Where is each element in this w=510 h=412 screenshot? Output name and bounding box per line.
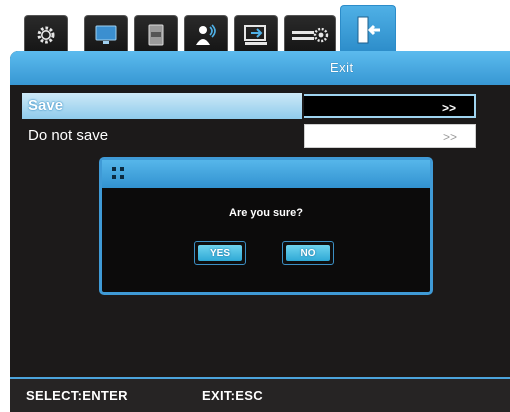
no-button-label: NO bbox=[286, 245, 330, 261]
menu-item-do-not-save[interactable]: Do not save >> bbox=[22, 123, 478, 149]
tab-network[interactable] bbox=[184, 15, 228, 53]
tab-display[interactable] bbox=[84, 15, 128, 53]
dialog-message: Are you sure? bbox=[229, 207, 303, 219]
tab-setup[interactable] bbox=[24, 15, 68, 53]
menu-item-arrow[interactable]: >> bbox=[304, 124, 476, 148]
tab-advanced[interactable] bbox=[284, 15, 336, 53]
dialog-title-bar bbox=[102, 160, 430, 188]
exit-door-icon bbox=[357, 16, 380, 43]
menu-item-save[interactable]: Save >> bbox=[22, 93, 478, 119]
hdd-icon bbox=[148, 24, 164, 45]
tab-hdd[interactable] bbox=[134, 15, 178, 53]
select-hint: SELECT:ENTER bbox=[26, 388, 128, 403]
gear-icon bbox=[37, 26, 55, 43]
yes-button[interactable]: YES bbox=[194, 241, 246, 265]
menu-item-arrow[interactable]: >> bbox=[304, 94, 476, 118]
dialog-grip-icon bbox=[112, 167, 126, 181]
system-icon bbox=[244, 24, 267, 45]
exit-hint: EXIT:ESC bbox=[202, 388, 263, 403]
confirm-dialog: Are you sure? YES NO bbox=[99, 157, 433, 295]
network-user-icon bbox=[196, 23, 216, 45]
exit-menu-panel: Exit Save >> Do not save >> Are you sure… bbox=[10, 51, 510, 412]
menu-tab-strip bbox=[14, 5, 414, 53]
title-bar: Exit bbox=[10, 51, 510, 85]
slider-settings-icon bbox=[292, 27, 329, 42]
yes-button-label: YES bbox=[198, 245, 242, 261]
hint-bar: SELECT:ENTER EXIT:ESC bbox=[10, 377, 510, 412]
monitor-icon bbox=[95, 25, 117, 44]
page-title: Exit bbox=[330, 60, 354, 75]
no-button[interactable]: NO bbox=[282, 241, 334, 265]
menu-item-label: Save bbox=[22, 93, 302, 119]
tab-exit[interactable] bbox=[340, 5, 396, 53]
tab-system[interactable] bbox=[234, 15, 278, 53]
menu-item-label: Do not save bbox=[28, 127, 109, 144]
